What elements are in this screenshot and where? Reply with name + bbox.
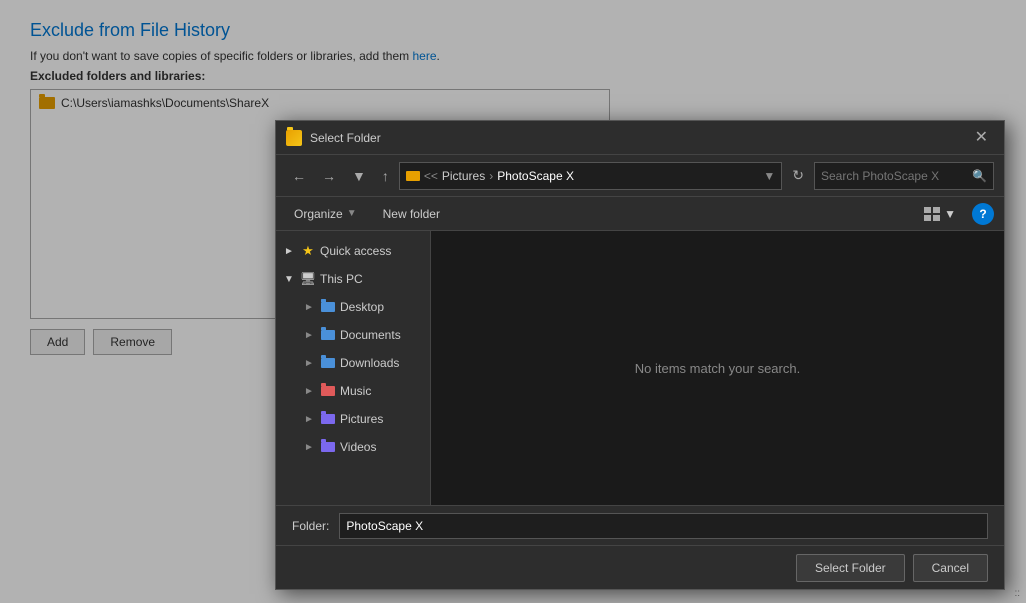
tree-item-downloads[interactable]: ► Downloads xyxy=(276,349,430,377)
this-pc-label: This PC xyxy=(320,272,422,286)
tree-item-desktop[interactable]: ► Desktop xyxy=(276,293,430,321)
this-pc-icon: 🖥 xyxy=(300,271,316,287)
refresh-button[interactable]: ↻ xyxy=(786,163,810,188)
tree-item-music[interactable]: ► Music xyxy=(276,377,430,405)
documents-icon xyxy=(320,327,336,343)
search-icon[interactable]: 🔍 xyxy=(972,169,987,183)
organize-dropdown-icon: ▼ xyxy=(347,208,357,219)
tree-item-pictures[interactable]: ► Pictures xyxy=(276,405,430,433)
quick-access-label: Quick access xyxy=(320,244,422,258)
desktop-label: Desktop xyxy=(340,300,422,314)
breadcrumb-bar[interactable]: << Pictures › PhotoScape X ▼ xyxy=(399,162,782,190)
desktop-chevron: ► xyxy=(304,302,316,313)
tree-item-this-pc[interactable]: ▼ 🖥 This PC xyxy=(276,265,430,293)
address-bar: ← → ▼ ↑ << Pictures › PhotoScape X ▼ ↻ 🔍 xyxy=(276,155,1004,197)
new-folder-button[interactable]: New folder xyxy=(375,203,448,225)
breadcrumb-dropdown-icon[interactable]: ▼ xyxy=(763,169,775,183)
back-button[interactable]: ← xyxy=(286,165,312,187)
breadcrumb-folder-icon xyxy=(406,171,420,181)
breadcrumb-separator-2: › xyxy=(489,169,493,183)
documents-label: Documents xyxy=(340,328,422,342)
resize-grip: :: xyxy=(1014,588,1020,599)
videos-chevron: ► xyxy=(304,442,316,453)
tree-item-videos[interactable]: ► Videos xyxy=(276,433,430,461)
music-chevron: ► xyxy=(304,386,316,397)
downloads-chevron: ► xyxy=(304,358,316,369)
desktop-icon xyxy=(320,299,336,315)
nav-tree: ► ★ Quick access ▼ 🖥 This PC ► xyxy=(276,231,431,505)
dialog-title: Select Folder xyxy=(310,131,381,145)
select-folder-dialog: Select Folder ✕ ← → ▼ ↑ << Pictures › Ph… xyxy=(275,120,1005,590)
view-dropdown-icon: ▼ xyxy=(944,207,956,221)
title-bar-left: Select Folder xyxy=(286,130,381,146)
music-icon xyxy=(320,383,336,399)
empty-message: No items match your search. xyxy=(635,361,800,376)
view-icon xyxy=(924,207,940,221)
star-icon: ★ xyxy=(302,243,314,259)
downloads-label: Downloads xyxy=(340,356,422,370)
dialog-toolbar: Organize ▼ New folder ▼ ? xyxy=(276,197,1004,231)
search-box: 🔍 xyxy=(814,162,994,190)
dialog-title-bar: Select Folder ✕ xyxy=(276,121,1004,155)
breadcrumb-pictures[interactable]: Pictures xyxy=(442,169,485,183)
videos-label: Videos xyxy=(340,440,422,454)
content-area: ► ★ Quick access ▼ 🖥 This PC ► xyxy=(276,231,1004,505)
folder-name-bar: Folder: xyxy=(276,505,1004,545)
quick-access-chevron: ► xyxy=(284,246,296,257)
pictures-chevron: ► xyxy=(304,414,316,425)
quick-access-icon: ★ xyxy=(300,243,316,259)
documents-chevron: ► xyxy=(304,330,316,341)
close-button[interactable]: ✕ xyxy=(969,128,994,148)
videos-icon xyxy=(320,439,336,455)
help-button[interactable]: ? xyxy=(972,203,994,225)
downloads-icon xyxy=(320,355,336,371)
pictures-label: Pictures xyxy=(340,412,422,426)
music-label: Music xyxy=(340,384,422,398)
cancel-button[interactable]: Cancel xyxy=(913,554,988,582)
organize-button[interactable]: Organize ▼ xyxy=(286,203,365,225)
search-input[interactable] xyxy=(821,169,972,183)
up-button[interactable]: ↑ xyxy=(376,165,395,187)
tree-item-documents[interactable]: ► Documents xyxy=(276,321,430,349)
tree-item-quick-access[interactable]: ► ★ Quick access xyxy=(276,237,430,265)
pictures-icon xyxy=(320,411,336,427)
forward-button[interactable]: → xyxy=(316,165,342,187)
dialog-icon xyxy=(286,130,302,146)
view-button[interactable]: ▼ xyxy=(918,203,962,225)
main-content-area: No items match your search. xyxy=(431,231,1004,505)
new-folder-label: New folder xyxy=(383,207,440,221)
breadcrumb-current[interactable]: PhotoScape X xyxy=(497,169,574,183)
recent-locations-button[interactable]: ▼ xyxy=(346,165,372,187)
this-pc-chevron: ▼ xyxy=(284,274,296,285)
folder-input[interactable] xyxy=(339,513,988,539)
folder-label: Folder: xyxy=(292,519,329,533)
organize-label: Organize xyxy=(294,207,343,221)
breadcrumb-separator-1: << xyxy=(424,169,438,183)
action-bar: Select Folder Cancel xyxy=(276,545,1004,589)
select-folder-button[interactable]: Select Folder xyxy=(796,554,905,582)
